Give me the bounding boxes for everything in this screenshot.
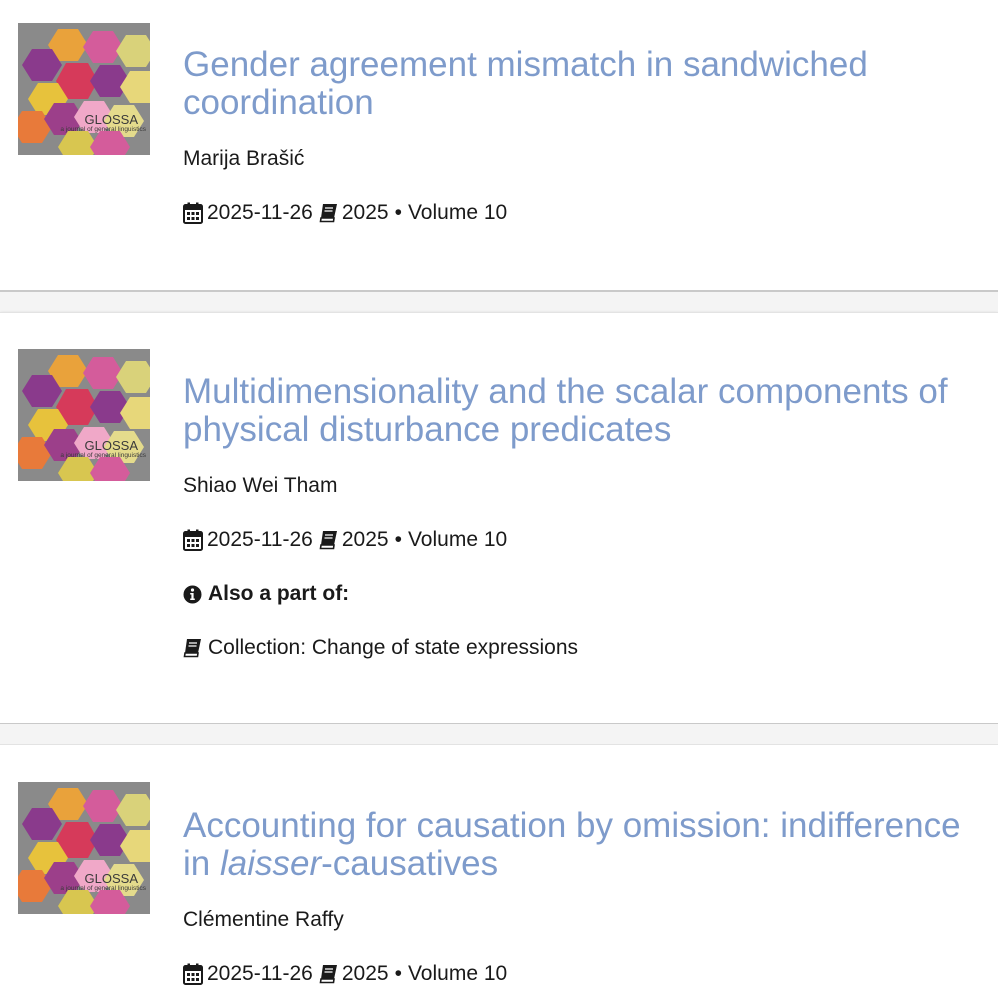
- meta-separator: •: [394, 962, 402, 985]
- article-title-link[interactable]: Multidimensionality and the scalar compo…: [183, 373, 968, 449]
- calendar-icon: [183, 963, 203, 985]
- book-icon: [319, 203, 338, 223]
- article-card: GLOSSA a journal of general linguistics …: [0, 0, 998, 292]
- journal-cover-image[interactable]: GLOSSA a journal of general linguistics: [18, 782, 150, 914]
- book-icon: [319, 530, 338, 550]
- card-divider: [0, 292, 998, 312]
- cover-journal-name: GLOSSA: [85, 871, 139, 886]
- publication-date: 2025-11-26: [207, 528, 313, 551]
- book-icon: [319, 964, 338, 984]
- publication-volume[interactable]: Volume 10: [408, 200, 507, 226]
- article-card: GLOSSA a journal of general linguistics …: [0, 312, 998, 725]
- publication-volume[interactable]: Volume 10: [408, 527, 507, 553]
- also-part-of-heading: Also a part of:: [183, 581, 968, 607]
- publication-year: 2025: [341, 528, 389, 551]
- calendar-icon: [183, 529, 203, 551]
- publication-year: 2025: [341, 962, 389, 985]
- article-title-link[interactable]: Accounting for causation by omission: in…: [183, 807, 968, 883]
- publication-year: 2025: [341, 201, 389, 224]
- article-author[interactable]: Marija Brašić: [183, 146, 968, 172]
- publication-date: 2025-11-26: [207, 201, 313, 224]
- meta-separator: •: [394, 528, 402, 551]
- also-part-of-label: Also a part of:: [208, 582, 350, 605]
- article-author[interactable]: Shiao Wei Tham: [183, 473, 968, 499]
- article-card: GLOSSA a journal of general linguistics …: [0, 744, 998, 1001]
- cover-journal-tagline: a journal of general linguistics: [60, 885, 146, 892]
- journal-cover-image[interactable]: GLOSSA a journal of general linguistics: [18, 23, 150, 155]
- collection-label[interactable]: Collection: Change of state expressions: [208, 635, 578, 661]
- article-content: Accounting for causation by omission: in…: [183, 807, 968, 987]
- cover-journal-name: GLOSSA: [85, 112, 139, 127]
- article-meta: 2025-11-26 2025 • Volume 10: [183, 200, 968, 226]
- article-content: Gender agreement mismatch in sandwiched …: [183, 46, 968, 226]
- article-author[interactable]: Clémentine Raffy: [183, 907, 968, 933]
- article-meta: 2025-11-26 2025 • Volume 10: [183, 527, 968, 553]
- article-meta: 2025-11-26 2025 • Volume 10: [183, 961, 968, 987]
- info-circle-icon: [183, 585, 202, 604]
- cover-journal-tagline: a journal of general linguistics: [60, 452, 146, 459]
- article-content: Multidimensionality and the scalar compo…: [183, 373, 968, 661]
- calendar-icon: [183, 202, 203, 224]
- book-icon: [183, 638, 202, 658]
- title-emphasis: laisser: [219, 844, 322, 883]
- collection-link[interactable]: Collection: Change of state expressions: [183, 635, 968, 661]
- card-divider: [0, 724, 998, 744]
- publication-volume[interactable]: Volume 10: [408, 961, 507, 987]
- meta-separator: •: [394, 201, 402, 224]
- publication-date: 2025-11-26: [207, 962, 313, 985]
- article-title-link[interactable]: Gender agreement mismatch in sandwiched …: [183, 46, 968, 122]
- title-text: -causatives: [321, 844, 499, 883]
- journal-cover-image[interactable]: GLOSSA a journal of general linguistics: [18, 349, 150, 481]
- cover-journal-name: GLOSSA: [85, 438, 139, 453]
- cover-journal-tagline: a journal of general linguistics: [60, 126, 146, 133]
